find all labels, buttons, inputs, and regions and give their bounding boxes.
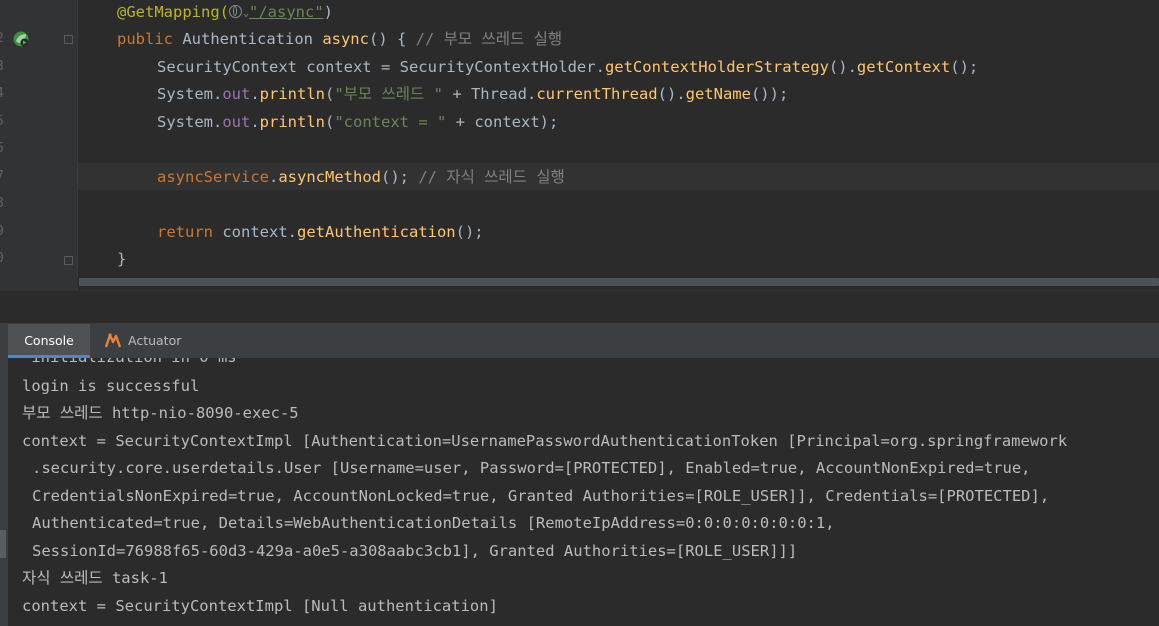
run-spring-endpoint-icon[interactable] — [12, 30, 30, 48]
fold-marker[interactable] — [64, 256, 73, 265]
code-line: public Authentication async() { // 부모 쓰레… — [117, 26, 562, 53]
method-token: getContext — [856, 58, 951, 76]
line-number: 5 — [0, 114, 6, 129]
method-token: getAuthentication — [297, 223, 456, 241]
plain-token: SecurityContext context = SecurityContex… — [157, 58, 605, 76]
comment-token: // 부모 쓰레드 실행 — [415, 30, 563, 48]
comment-token: // 자식 쓰레드 실행 — [418, 168, 565, 186]
gutter-separator — [77, 0, 78, 290]
console-output[interactable]: initialization in 0 ms login is successf… — [8, 358, 1159, 626]
plain-token: ( — [325, 113, 335, 131]
method-token: currentThread — [536, 85, 658, 103]
plain-token: System. — [157, 85, 223, 103]
plain-token: . — [250, 113, 260, 131]
fold-marker[interactable] — [64, 35, 73, 44]
string-token[interactable]: "/async" — [249, 3, 324, 21]
plain-token: ( — [325, 85, 335, 103]
method-token: getContextHolderStrategy — [604, 58, 829, 76]
plain-token: (). — [657, 85, 686, 103]
tab-actuator[interactable]: Actuator — [104, 324, 181, 358]
plain-token: . — [268, 168, 279, 186]
tab-label: Console — [24, 333, 74, 348]
console-line: CredentialsNonExpired=true, AccountNonLo… — [32, 487, 1050, 505]
method-token: println — [259, 85, 325, 103]
punct-token: ) — [323, 3, 334, 21]
code-line: return context.getAuthentication(); — [157, 219, 484, 246]
string-token: "context = " — [334, 113, 447, 131]
code-editor[interactable]: 2 3 4 5 6 7 8 9 0 @GetMapping(⌄"/async")… — [0, 0, 1159, 290]
field-token: asyncService — [157, 168, 269, 186]
console-line: SessionId=76988f65-60d3-429a-a0e5-a308aa… — [32, 542, 798, 560]
line-number: 7 — [0, 169, 6, 184]
code-line: @GetMapping(⌄"/async") — [117, 0, 333, 26]
line-number: 0 — [0, 251, 6, 266]
line-number: 6 — [0, 141, 6, 156]
plain-token: . — [250, 85, 260, 103]
field-token: out — [222, 113, 251, 131]
console-line: context = SecurityContextImpl [Null auth… — [22, 597, 498, 615]
punct-token: () { — [368, 30, 416, 48]
plain-token: + Thread. — [442, 85, 537, 103]
code-line: asyncService.asyncMethod(); // 자식 쓰레드 실행 — [157, 164, 565, 191]
annotation-token: @GetMapping( — [117, 3, 229, 21]
keyword-token: public — [117, 30, 173, 48]
code-line: } — [117, 246, 126, 273]
string-token: "부모 쓰레드 " — [334, 85, 443, 103]
code-line: System.out.println("context = " + contex… — [157, 109, 558, 136]
line-number: 8 — [0, 196, 6, 211]
line-number: 4 — [0, 86, 6, 101]
console-line: context = SecurityContextImpl [Authentic… — [22, 432, 1068, 450]
console-line: .security.core.userdetails.User [Usernam… — [32, 459, 1031, 477]
console-line: 부모 쓰레드 http-nio-8090-exec-5 — [22, 404, 299, 422]
plain-token: (); — [950, 58, 979, 76]
type-token: Authentication — [173, 30, 323, 48]
plain-token: (); — [455, 223, 484, 241]
plain-token: System. — [157, 113, 223, 131]
console-line: login is successful — [22, 377, 200, 395]
line-number: 3 — [0, 59, 6, 74]
method-token: getName — [685, 85, 751, 103]
editor-gutter: 2 3 4 5 6 7 8 9 0 — [0, 0, 77, 290]
actuator-icon — [104, 333, 122, 348]
plain-token: + context); — [446, 113, 559, 131]
code-line: System.out.println("부모 쓰레드 " + Thread.cu… — [157, 81, 788, 108]
plain-token: context. — [213, 223, 297, 241]
console-line: 자식 쓰레드 task-1 — [22, 569, 168, 587]
globe-icon[interactable] — [228, 5, 242, 18]
console-line: initialization in 0 ms — [22, 358, 236, 371]
line-number: 2 — [0, 31, 6, 46]
method-token: asyncMethod — [278, 168, 381, 186]
plain-token: } — [117, 250, 127, 268]
console-left-toolbar — [0, 324, 8, 626]
field-token: out — [222, 85, 251, 103]
plain-token: (). — [828, 58, 857, 76]
code-line: SecurityContext context = SecurityContex… — [157, 54, 978, 81]
plain-token: ()); — [750, 85, 789, 103]
method-token: println — [259, 113, 325, 131]
keyword-token: return — [157, 223, 213, 241]
method-name-token: async — [322, 30, 369, 48]
panel-splitter[interactable] — [0, 291, 1159, 324]
console-line: Authenticated=true, Details=WebAuthentic… — [32, 514, 835, 532]
tab-label: Actuator — [128, 333, 182, 348]
console-scrollbar-thumb[interactable] — [0, 530, 6, 558]
tab-console[interactable]: Console — [8, 324, 90, 358]
plain-token: (); — [380, 168, 419, 186]
editor-scrollbar-thumb[interactable] — [79, 278, 1159, 286]
line-number: 9 — [0, 224, 6, 239]
